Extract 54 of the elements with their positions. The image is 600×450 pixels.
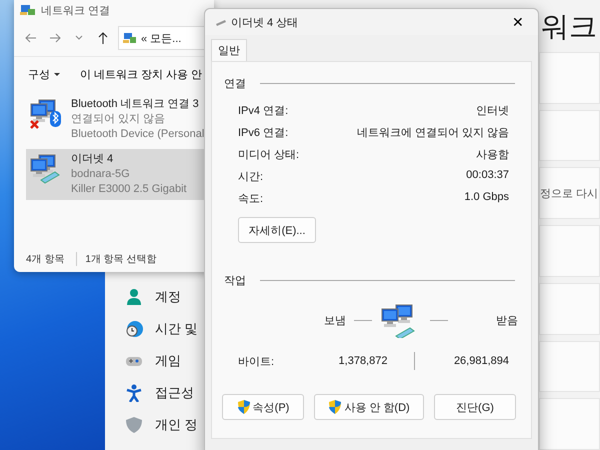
person-icon xyxy=(125,384,143,402)
address-text: « 모든... xyxy=(141,32,182,46)
toolbar-button[interactable]: 구성 xyxy=(28,67,60,82)
received-label: 받음 xyxy=(496,314,518,328)
forward-icon xyxy=(48,31,62,45)
bytes-label: 바이트: xyxy=(238,354,276,368)
field-value: 사용함 xyxy=(476,148,509,162)
field-label: IPv4 연결: xyxy=(238,104,288,118)
window-title: 이더넷 4 상태 xyxy=(231,16,300,30)
action-button[interactable]: 속성(P) xyxy=(222,394,304,420)
shield-icon xyxy=(125,416,143,434)
connection-status: 연결되어 있지 않음 xyxy=(71,112,166,127)
device-name: Killer E3000 2.5 Gigabit xyxy=(71,182,187,197)
field-label: 미디어 상태: xyxy=(238,148,300,162)
cable-icon xyxy=(215,18,227,26)
bytes-value: 26,981,894 xyxy=(454,355,509,367)
details-button[interactable]: 자세히(E)... xyxy=(238,217,316,243)
field-value: 1.0 Gbps xyxy=(464,191,509,205)
close-button[interactable]: ✕ xyxy=(498,9,538,35)
sidebar-item[interactable]: 게임 xyxy=(125,352,225,370)
sidebar-item[interactable]: 계정 xyxy=(125,288,225,306)
field-label: 속도: xyxy=(238,192,264,206)
connection-name: Bluetooth 네트워크 연결 3 xyxy=(71,97,200,112)
sent-label: 보냄 xyxy=(324,314,346,328)
person-icon xyxy=(125,288,143,306)
status-text: 1개 항목 선택함 xyxy=(76,252,156,266)
card-text: 정으로 다시 xyxy=(540,186,598,201)
sidebar-item[interactable]: 접근성 xyxy=(125,384,225,402)
sidebar-item[interactable]: 개인 정 xyxy=(125,416,225,434)
up-icon xyxy=(96,31,110,45)
action-button[interactable]: 사용 안 함(D) xyxy=(314,394,424,420)
field-label: 시간: xyxy=(238,170,264,184)
clock-icon xyxy=(125,320,143,338)
connection-status: bodnara-5G xyxy=(71,167,131,182)
network-icon xyxy=(20,3,36,17)
status-text: 4개 항목 xyxy=(26,253,64,266)
back-icon xyxy=(24,31,38,45)
field-value: 인터넷 xyxy=(476,104,509,118)
section-title: 연결 xyxy=(224,77,246,91)
page-heading: 워크 xyxy=(541,10,598,44)
field-value: 00:03:37 xyxy=(466,169,509,183)
toolbar-button[interactable]: 이 네트워크 장치 사용 안 xyxy=(80,67,202,82)
bytes-value: 1,378,872 xyxy=(338,355,388,367)
action-button[interactable]: 진단(G) xyxy=(434,394,516,420)
device-name: Bluetooth Device (Personal xyxy=(71,127,204,142)
window-title: 네트워크 연결 xyxy=(41,4,110,18)
field-value: 네트워크에 연결되어 있지 않음 xyxy=(356,126,509,140)
section-title: 작업 xyxy=(224,274,246,288)
field-label: IPv6 연결: xyxy=(238,126,288,140)
connection-name: 이더넷 4 xyxy=(71,152,114,167)
network-icon xyxy=(123,32,137,44)
sidebar-item[interactable]: 시간 및 xyxy=(125,320,225,338)
caret-icon xyxy=(54,73,60,76)
tab[interactable]: 일반 xyxy=(211,39,247,61)
